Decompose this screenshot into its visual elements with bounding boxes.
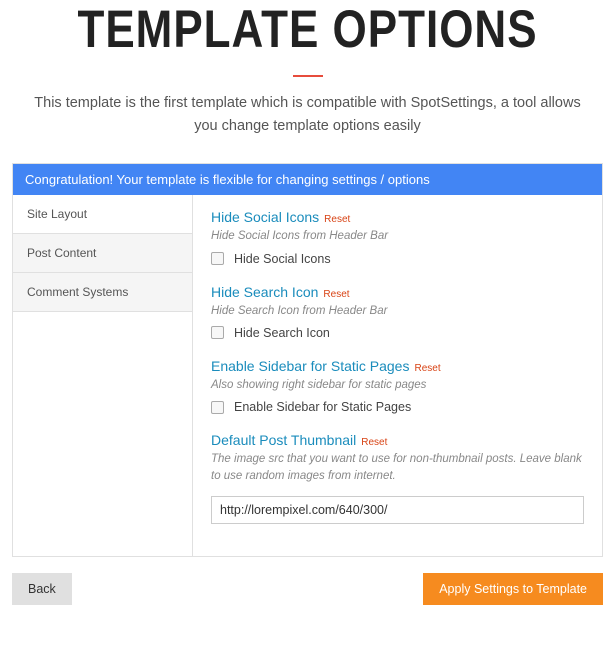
section-title-label: Hide Search Icon xyxy=(211,284,318,300)
section-title-label: Hide Social Icons xyxy=(211,209,319,225)
sidebar-item-comment-systems[interactable]: Comment Systems xyxy=(13,273,192,312)
hide-social-icons-checkbox[interactable] xyxy=(211,252,224,265)
apply-button[interactable]: Apply Settings to Template xyxy=(423,573,603,605)
section-desc: Also showing right sidebar for static pa… xyxy=(211,377,584,394)
page-subtitle: This template is the first template whic… xyxy=(0,92,615,138)
banner: Congratulation! Your template is flexibl… xyxy=(13,164,602,195)
sidebar-item-post-content[interactable]: Post Content xyxy=(13,234,192,273)
settings-panel: Congratulation! Your template is flexibl… xyxy=(12,163,603,556)
section-desc: Hide Search Icon from Header Bar xyxy=(211,303,584,320)
section-desc: Hide Social Icons from Header Bar xyxy=(211,228,584,245)
section-title-label: Default Post Thumbnail xyxy=(211,432,356,448)
thumbnail-url-input[interactable] xyxy=(211,496,584,524)
section-title-label: Enable Sidebar for Static Pages xyxy=(211,358,409,374)
reset-link[interactable]: Reset xyxy=(323,289,349,300)
section-hide-search-icon: Hide Search Icon Reset Hide Search Icon … xyxy=(211,284,584,340)
sidebar: Site Layout Post Content Comment Systems xyxy=(13,195,193,555)
enable-sidebar-checkbox[interactable] xyxy=(211,401,224,414)
section-enable-sidebar: Enable Sidebar for Static Pages Reset Al… xyxy=(211,358,584,414)
content-area: Hide Social Icons Reset Hide Social Icon… xyxy=(193,195,602,555)
hide-search-icon-checkbox[interactable] xyxy=(211,326,224,339)
section-desc: The image src that you want to use for n… xyxy=(211,451,584,486)
reset-link[interactable]: Reset xyxy=(324,214,350,225)
divider xyxy=(293,75,323,77)
section-default-thumbnail: Default Post Thumbnail Reset The image s… xyxy=(211,432,584,524)
checkbox-label: Hide Search Icon xyxy=(234,326,330,340)
reset-link[interactable]: Reset xyxy=(414,363,440,374)
page-title: TEMPLATE OPTIONS xyxy=(0,0,615,60)
sidebar-item-site-layout[interactable]: Site Layout xyxy=(13,195,192,234)
section-hide-social-icons: Hide Social Icons Reset Hide Social Icon… xyxy=(211,209,584,265)
checkbox-label: Hide Social Icons xyxy=(234,252,331,266)
back-button[interactable]: Back xyxy=(12,573,72,605)
reset-link[interactable]: Reset xyxy=(361,437,387,448)
checkbox-label: Enable Sidebar for Static Pages xyxy=(234,400,411,414)
